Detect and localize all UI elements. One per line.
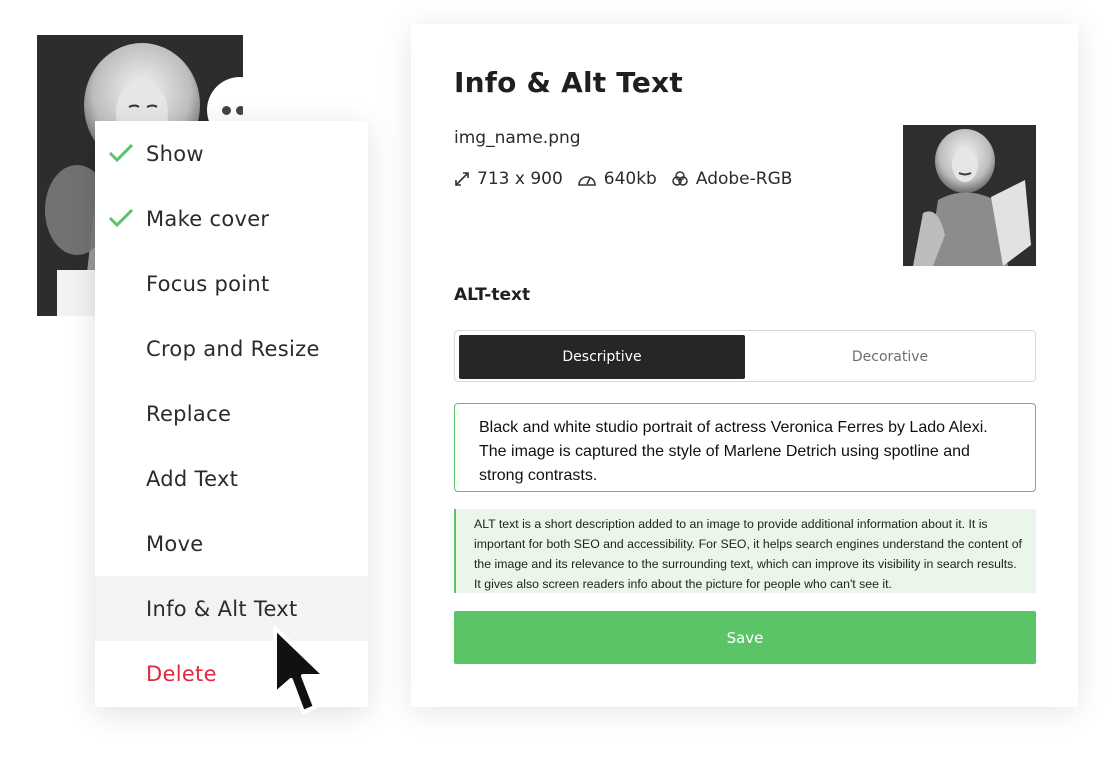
menu-item-label: Move [146, 531, 204, 556]
menu-item-show[interactable]: Show [95, 121, 368, 186]
tab-decorative[interactable]: Decorative [747, 335, 1033, 379]
menu-item-label: Replace [146, 401, 232, 426]
menu-item-move[interactable]: Move [95, 511, 368, 576]
file-name: img_name.png [454, 128, 581, 148]
image-preview [903, 125, 1036, 266]
info-alt-text-panel: Info & Alt Text img_name.png 713 x 900 6… [411, 24, 1078, 707]
resize-arrows-icon [455, 172, 469, 186]
menu-item-focus-point[interactable]: Focus point [95, 251, 368, 316]
menu-item-label: Delete [146, 661, 217, 686]
alt-text-help: ALT text is a short description added to… [454, 509, 1036, 593]
preview-portrait-image [903, 125, 1036, 266]
menu-item-label: Show [146, 141, 204, 166]
check-icon [108, 208, 134, 227]
file-size: 640kb [577, 169, 657, 189]
file-size-value: 640kb [603, 169, 657, 189]
panel-title: Info & Alt Text [454, 66, 683, 99]
menu-item-label: Add Text [146, 466, 239, 491]
dimensions-value: 713 x 900 [477, 169, 563, 189]
menu-item-replace[interactable]: Replace [95, 381, 368, 446]
menu-item-label: Crop and Resize [146, 336, 320, 361]
image-meta: 713 x 900 640kb Adobe-RGB [454, 169, 806, 189]
menu-item-add-text[interactable]: Add Text [95, 446, 368, 511]
tab-descriptive[interactable]: Descriptive [459, 335, 745, 379]
menu-item-label: Info & Alt Text [146, 596, 298, 621]
save-button[interactable]: Save [454, 611, 1036, 664]
color-profile-icon [672, 171, 688, 186]
dimensions: 713 x 900 [454, 169, 563, 189]
menu-item-label: Focus point [146, 271, 270, 296]
alt-type-toggle: Descriptive Decorative [454, 330, 1036, 382]
color-profile: Adobe-RGB [671, 169, 793, 189]
mouse-pointer-icon [273, 626, 327, 714]
more-dot-icon [235, 105, 243, 115]
alt-text-input[interactable]: Black and white studio portrait of actre… [454, 403, 1036, 492]
menu-item-crop-resize[interactable]: Crop and Resize [95, 316, 368, 381]
context-menu: Show Make cover Focus point Crop and Res… [95, 121, 368, 707]
more-dot-icon [221, 105, 231, 115]
menu-item-label: Make cover [146, 206, 270, 231]
check-icon [108, 143, 134, 162]
alt-text-label: ALT-text [454, 285, 531, 305]
color-profile-value: Adobe-RGB [695, 169, 793, 189]
menu-item-make-cover[interactable]: Make cover [95, 186, 368, 251]
gauge-icon [577, 176, 596, 186]
